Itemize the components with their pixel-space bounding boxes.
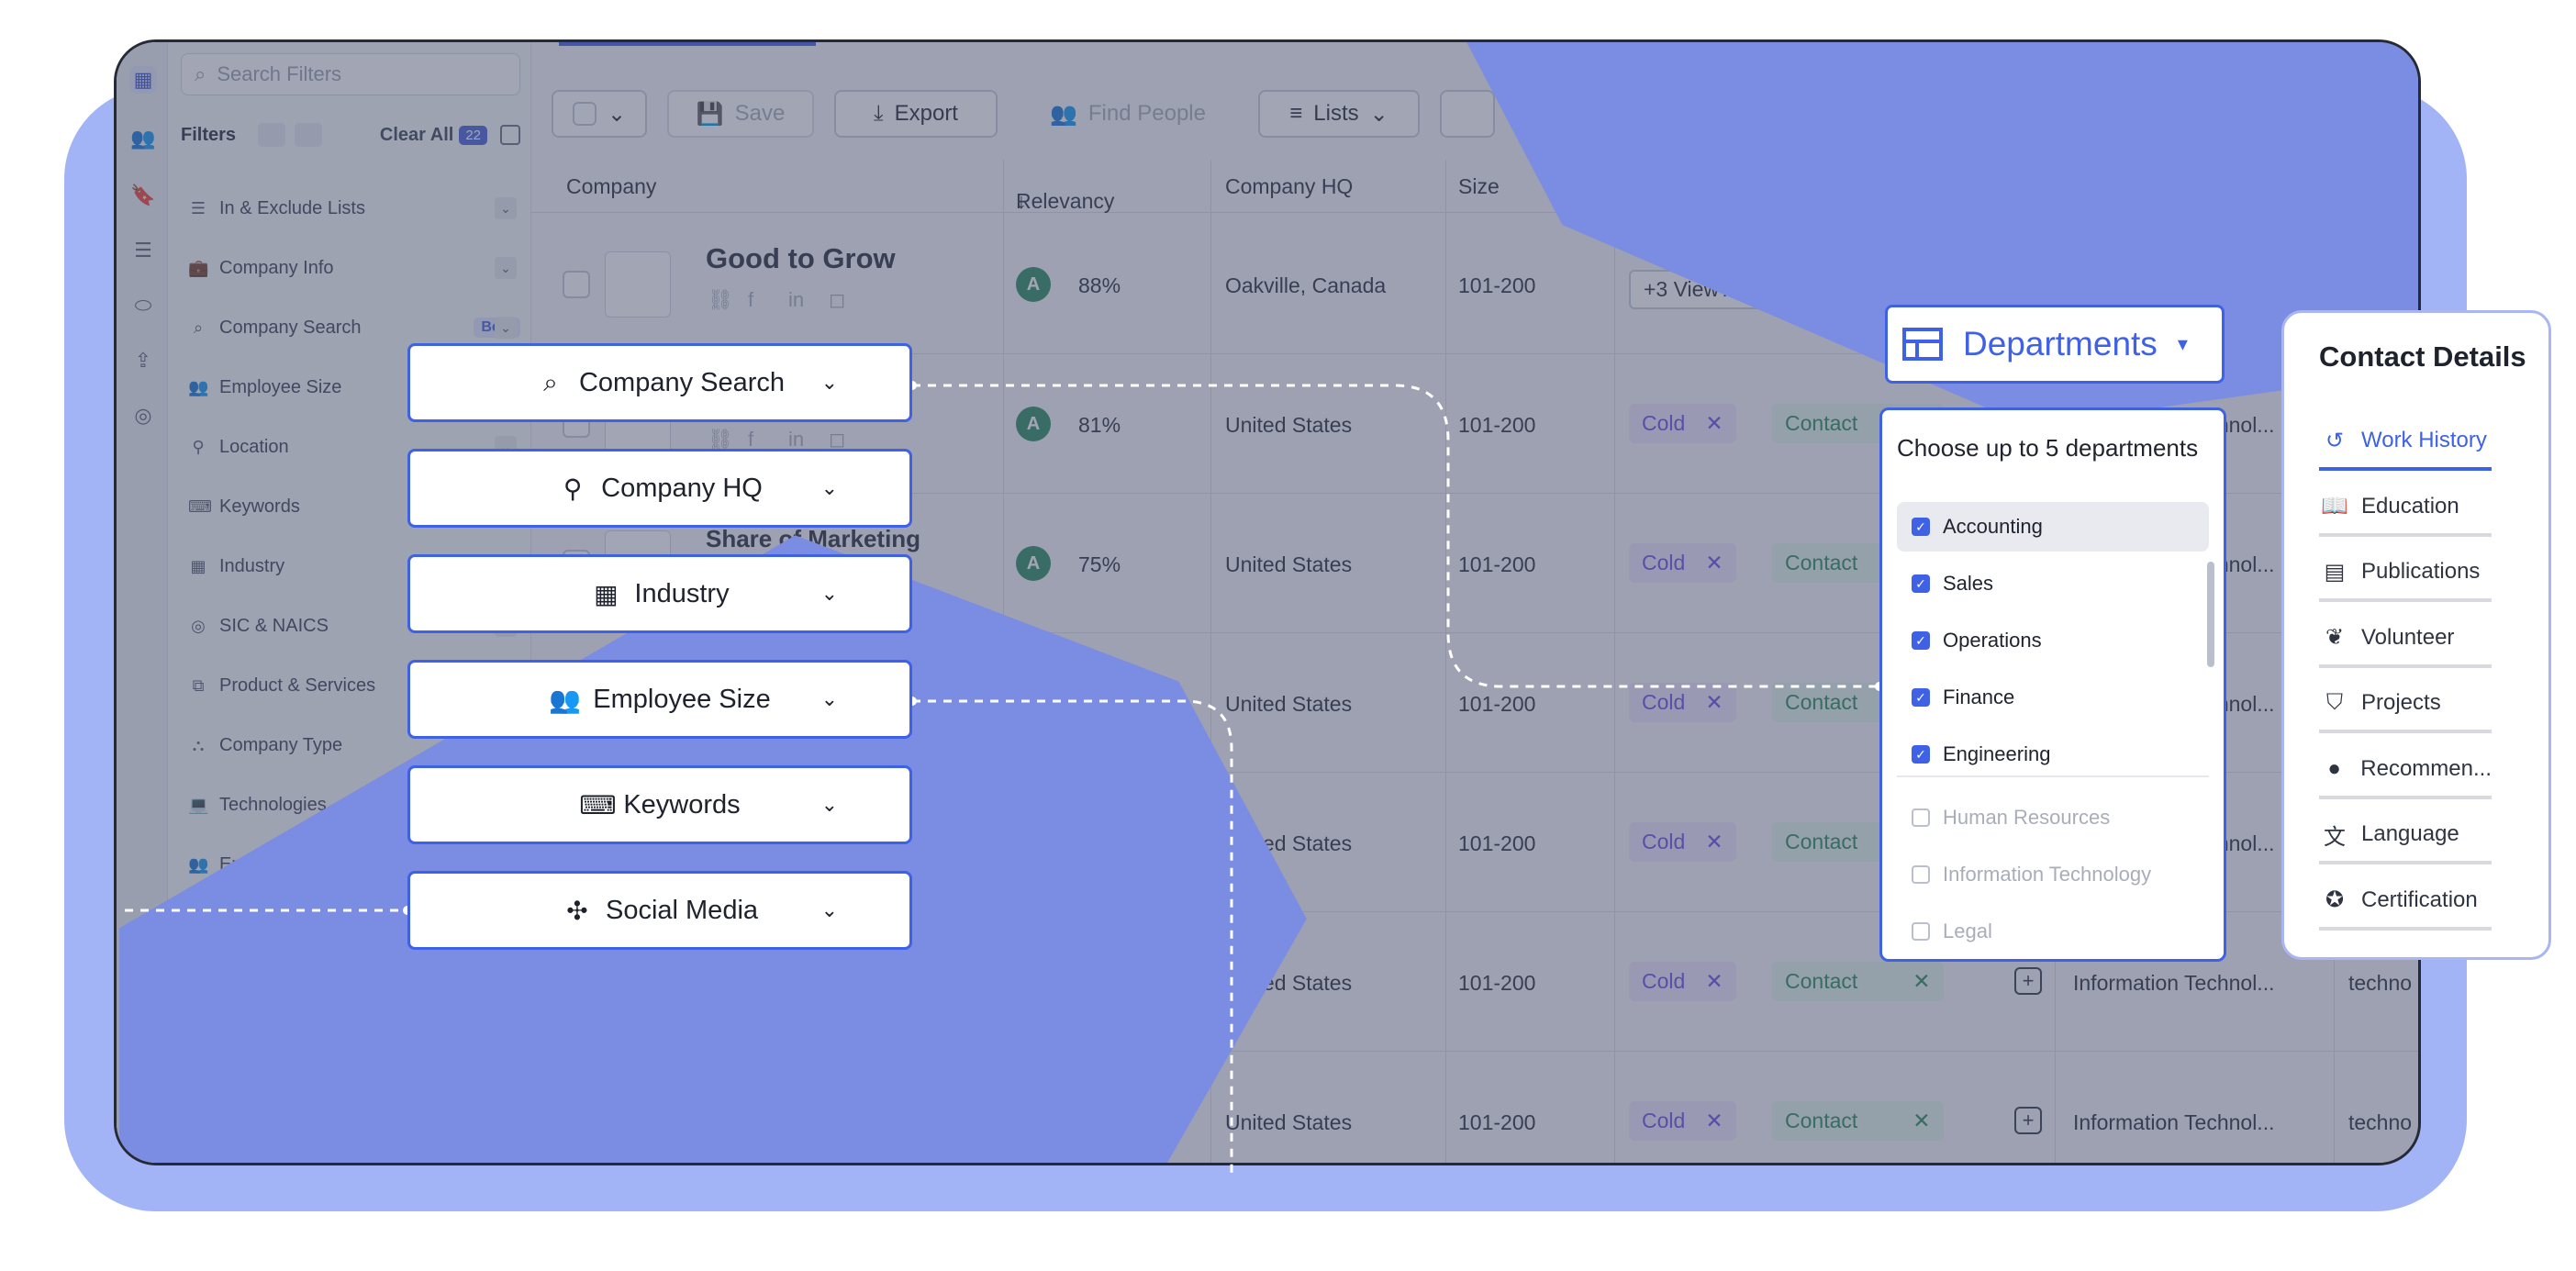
history-icon: ↺: [2325, 428, 2345, 453]
contact-detail-tab[interactable]: ↺ Work History: [2319, 414, 2492, 471]
checkbox-checked-icon[interactable]: ✓: [1912, 631, 1930, 650]
search-icon: ⌕: [543, 367, 558, 396]
callout-label: Employee Size: [593, 684, 771, 714]
pin-icon: ⚲: [563, 474, 583, 503]
keyboard-icon: ⌨: [579, 790, 617, 819]
contact-detail-tab[interactable]: ● Recommen...: [2319, 742, 2492, 799]
department-option[interactable]: ✓ Sales: [1897, 559, 2209, 608]
checkbox-checked-icon[interactable]: ✓: [1912, 518, 1930, 536]
department-label: Operations: [1943, 629, 2042, 652]
checkbox-icon[interactable]: [1912, 865, 1930, 884]
callout-label: Social Media: [605, 895, 759, 925]
scrollbar[interactable]: [2207, 562, 2214, 667]
chevron-down-icon: ⌄: [820, 687, 838, 710]
contact-detail-tab[interactable]: ✪ Certification: [2319, 874, 2492, 931]
divider: [1897, 775, 2209, 777]
department-label: Human Resources: [1943, 806, 2111, 829]
contact-detail-label: Projects: [2361, 690, 2441, 715]
department-option[interactable]: Human Resources: [1897, 793, 2209, 842]
contact-detail-tab[interactable]: 文 Language: [2319, 808, 2492, 864]
departments-title: Choose up to 5 departments: [1897, 434, 2199, 462]
checkbox-checked-icon[interactable]: ✓: [1912, 574, 1930, 593]
department-option[interactable]: Legal: [1897, 907, 2209, 956]
callout-filter-button[interactable]: ⚲ Company HQ ⌄: [407, 449, 912, 528]
building-icon: ▦: [594, 579, 619, 608]
department-label: Engineering: [1943, 742, 2051, 765]
book-icon: 📖: [2321, 494, 2348, 518]
connector-employee-size: [912, 699, 1233, 1175]
contact-detail-label: Publications: [2361, 559, 2481, 584]
departments-list: Choose up to 5 departments ✓ Accounting ✓ S…: [1879, 407, 2226, 962]
callout-filter-button[interactable]: ▦ Industry ⌄: [407, 554, 912, 633]
contact-detail-tab[interactable]: ❦ Volunteer: [2319, 611, 2492, 668]
chevron-down-icon: ⌄: [820, 476, 838, 499]
callout-label: Company HQ: [601, 473, 763, 503]
callout-label: Industry: [634, 578, 730, 608]
department-label: Legal: [1943, 920, 1992, 942]
callout-filter-button[interactable]: ⌕ Company Search ⌄: [407, 343, 912, 422]
callout-filter-button[interactable]: ✣ Social Media ⌄: [407, 871, 912, 950]
thumbs-up-icon: ●: [2327, 755, 2341, 781]
callout-label: Company Search: [578, 367, 786, 397]
contact-details-card: Contact Details ↺ Work History 📖 Education ▤…: [2281, 310, 2551, 960]
department-option[interactable]: Information Technology: [1897, 850, 2209, 899]
contact-detail-tab[interactable]: ▤ Publications: [2319, 545, 2492, 602]
checkbox-checked-icon[interactable]: ✓: [1912, 688, 1930, 707]
department-label: Finance: [1943, 686, 2015, 708]
department-label: Information Technology: [1943, 863, 2152, 886]
certificate-icon: ✪: [2325, 887, 2345, 912]
document-icon: ▤: [2324, 559, 2346, 585]
callout-label: Keywords: [623, 789, 741, 819]
contact-detail-label: Volunteer: [2361, 624, 2455, 650]
department-option[interactable]: ✓ Engineering: [1897, 730, 2209, 779]
contact-detail-tab[interactable]: ⛉ Projects: [2319, 676, 2492, 733]
department-label: Sales: [1943, 572, 1994, 595]
department-label: Accounting: [1943, 515, 2043, 538]
departments-label: Departments: [1963, 325, 2158, 362]
checkbox-icon[interactable]: [1912, 808, 1930, 827]
chevron-down-icon: ⌄: [820, 793, 838, 816]
contact-details-title: Contact Details: [2319, 340, 2526, 373]
checkbox-checked-icon[interactable]: ✓: [1912, 745, 1930, 764]
stage: ▦ 👥 🔖 ☰ ⬭ ⇪ ◎ ⚙ ⌕ Search Filters Filters…: [0, 0, 2576, 1271]
network-icon: ✣: [566, 896, 588, 925]
department-option[interactable]: ✓ Operations: [1897, 616, 2209, 665]
callout-filter-button[interactable]: 👥 Employee Size ⌄: [407, 660, 912, 739]
contact-detail-label: Education: [2361, 493, 2459, 518]
contact-detail-label: Certification: [2361, 886, 2478, 912]
contact-detail-label: Recommen...: [2360, 755, 2492, 781]
checkbox-icon[interactable]: [1912, 922, 1930, 941]
chevron-down-icon: ⌄: [820, 898, 838, 921]
callout-filter-button[interactable]: ⌨ Keywords ⌄: [407, 765, 912, 844]
contact-detail-label: Language: [2361, 821, 2459, 846]
contact-detail-label: Work History: [2361, 428, 2487, 452]
chevron-down-icon: ⌄: [820, 582, 838, 605]
connector-company-search: [912, 384, 1879, 688]
caret-down-icon: ▾: [2177, 332, 2188, 355]
badge-icon: ⛉: [2326, 690, 2343, 715]
department-option[interactable]: ✓ Accounting: [1897, 502, 2209, 552]
chevron-down-icon: ⌄: [820, 371, 838, 394]
layout-icon: [1902, 328, 1943, 361]
translate-icon: 文: [2324, 824, 2346, 850]
contact-detail-tab[interactable]: 📖 Education: [2319, 480, 2492, 537]
departments-dropdown-button[interactable]: Departments ▾: [1885, 305, 2225, 384]
hand-heart-icon: ❦: [2325, 625, 2345, 650]
department-option[interactable]: ✓ Finance: [1897, 673, 2209, 722]
people-icon: 👥: [549, 685, 582, 714]
